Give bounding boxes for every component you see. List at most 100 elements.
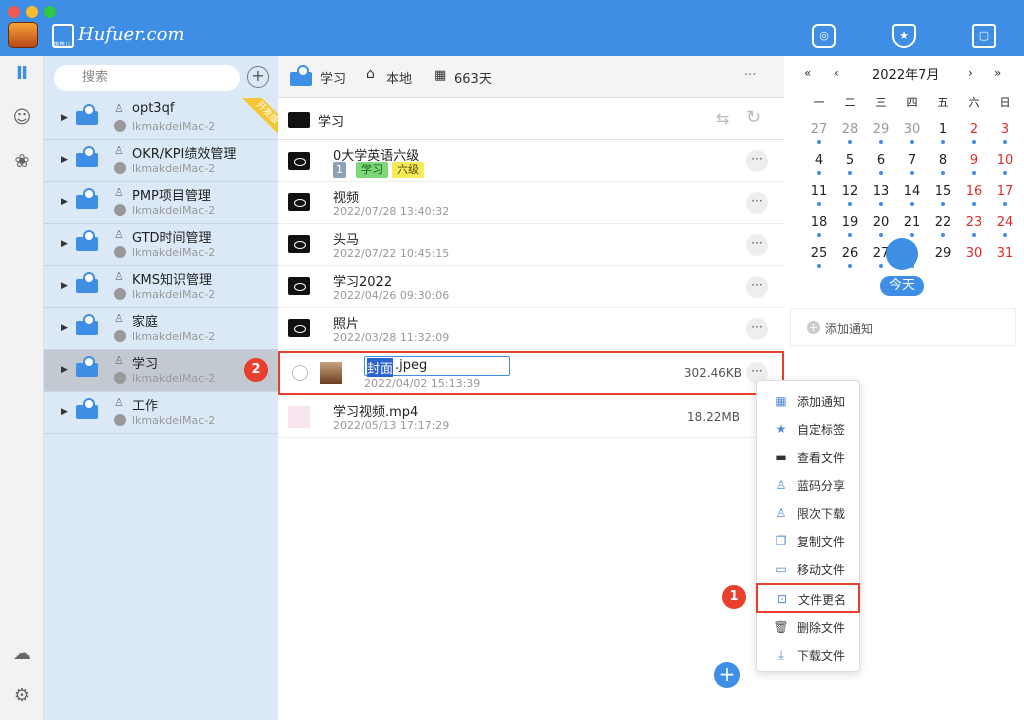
- row-more-button[interactable]: ···: [746, 276, 768, 298]
- space-item-pmp[interactable]: ▶ ♙ PMP项目管理 lkmakdeiMac-2: [44, 182, 278, 224]
- close-window-button[interactable]: [8, 6, 20, 18]
- file-row[interactable]: 视频 2022/07/28 13:40:32 ···: [278, 182, 784, 224]
- current-space[interactable]: 学习: [320, 68, 346, 87]
- next-year-button[interactable]: »: [994, 66, 1001, 80]
- calendar-day[interactable]: 20: [866, 213, 896, 239]
- calendar-day[interactable]: 2: [959, 120, 989, 146]
- space-item-study[interactable]: ▶ ♙ 学习 lkmakdeiMac-2 2: [44, 350, 278, 392]
- maximize-window-button[interactable]: [44, 6, 56, 18]
- search-input[interactable]: 搜索: [54, 65, 240, 91]
- next-month-button[interactable]: ›: [968, 66, 973, 80]
- calendar-day[interactable]: 31: [990, 244, 1020, 270]
- space-item-gtd[interactable]: ▶ ♙ GTD时间管理 lkmakdeiMac-2: [44, 224, 278, 266]
- calendar-day[interactable]: 21: [897, 213, 927, 239]
- expand-arrow-icon[interactable]: ▶: [61, 407, 68, 417]
- space-item-family[interactable]: ▶ ♙ 家庭 lkmakdeiMac-2: [44, 308, 278, 350]
- calendar-day[interactable]: 8: [928, 151, 958, 177]
- row-more-button[interactable]: ···: [746, 150, 768, 172]
- menu-view-file[interactable]: ▬ 查看文件: [757, 443, 861, 471]
- menu-share-code[interactable]: ♙ 蓝码分享: [757, 471, 861, 499]
- calendar-day[interactable]: 15: [928, 182, 958, 208]
- calendar-day[interactable]: 10: [990, 151, 1020, 177]
- cloud-upload-icon[interactable]: ☁: [10, 642, 34, 666]
- spaces-icon[interactable]: Ⅱ: [10, 62, 34, 86]
- space-item-work[interactable]: ▶ ♙ 工作 lkmakdeiMac-2: [44, 392, 278, 434]
- menu-rename-file[interactable]: ⊡ 文件更名: [756, 583, 860, 613]
- file-row[interactable]: 0大学英语六级 1 学习 六级 ···: [278, 140, 784, 182]
- file-row[interactable]: 照片 2022/03/28 11:32:09 ···: [278, 308, 784, 350]
- calendar-day[interactable]: 4: [804, 151, 834, 177]
- menu-delete-file[interactable]: 🗑 删除文件: [757, 613, 861, 641]
- menu-add-notice[interactable]: ▦ 添加通知: [757, 387, 861, 415]
- select-radio[interactable]: [292, 365, 308, 381]
- calendar-day[interactable]: 5: [835, 151, 865, 177]
- calendar-day[interactable]: 29: [928, 244, 958, 270]
- space-item-kms[interactable]: ▶ ♙ KMS知识管理 lkmakdeiMac-2: [44, 266, 278, 308]
- prev-year-button[interactable]: «: [804, 66, 811, 80]
- calendar-day[interactable]: 30: [959, 244, 989, 270]
- prev-month-button[interactable]: ‹: [834, 66, 839, 80]
- apps-icon[interactable]: ❀: [10, 150, 34, 174]
- contacts-icon[interactable]: ☺: [10, 106, 34, 130]
- more-menu-button[interactable]: ···: [744, 68, 756, 83]
- expand-arrow-icon[interactable]: ▶: [61, 197, 68, 207]
- calendar-day[interactable]: 26: [835, 244, 865, 270]
- calendar-day[interactable]: 1: [928, 120, 958, 146]
- file-row[interactable]: 学习视频.mp4 2022/05/13 17:17:29 18.22MB: [278, 396, 784, 438]
- calendar-day[interactable]: 27: [804, 120, 834, 146]
- add-file-button[interactable]: +: [714, 662, 740, 688]
- tag-cet6[interactable]: 六级: [392, 162, 424, 178]
- rename-input[interactable]: 封面 .jpeg: [364, 356, 510, 377]
- menu-limited-download[interactable]: ♙ 限次下载: [757, 499, 861, 527]
- expand-arrow-icon[interactable]: ▶: [61, 365, 68, 375]
- calendar-day[interactable]: 13: [866, 182, 896, 208]
- calendar-day[interactable]: 9: [959, 151, 989, 177]
- calendar-day[interactable]: 29: [866, 120, 896, 146]
- search-device-icon[interactable]: ◎: [812, 24, 836, 48]
- minimize-window-button[interactable]: [26, 6, 38, 18]
- calendar-day[interactable]: 22: [928, 213, 958, 239]
- space-item-okr[interactable]: ▶ ♙ OKR/KPI绩效管理 lkmakdeiMac-2: [44, 140, 278, 182]
- settings-icon[interactable]: ⚙: [10, 684, 34, 708]
- expand-arrow-icon[interactable]: ▶: [61, 155, 68, 165]
- add-space-button[interactable]: +: [247, 66, 269, 88]
- calendar-day[interactable]: 24: [990, 213, 1020, 239]
- calendar-day[interactable]: 14: [897, 182, 927, 208]
- expand-arrow-icon[interactable]: ▶: [61, 323, 68, 333]
- calendar-day[interactable]: 19: [835, 213, 865, 239]
- row-more-button[interactable]: ···: [746, 318, 768, 340]
- menu-download-file[interactable]: ⤓ 下载文件: [757, 641, 861, 669]
- calendar-day[interactable]: 3: [990, 120, 1020, 146]
- calendar-day[interactable]: 18: [804, 213, 834, 239]
- menu-move-file[interactable]: ▭ 移动文件: [757, 555, 861, 583]
- calendar-day[interactable]: 30: [897, 120, 927, 146]
- row-more-button[interactable]: ···: [746, 192, 768, 214]
- file-row[interactable]: 学习2022 2022/04/26 09:30:06 ···: [278, 266, 784, 308]
- calendar-day[interactable]: 17: [990, 182, 1020, 208]
- expand-arrow-icon[interactable]: ▶: [61, 113, 68, 123]
- expand-arrow-icon[interactable]: ▶: [61, 239, 68, 249]
- calendar-day[interactable]: 16: [959, 182, 989, 208]
- calendar-day[interactable]: 23: [959, 213, 989, 239]
- shield-icon[interactable]: ★: [892, 24, 916, 48]
- tag-study[interactable]: 学习: [356, 162, 388, 178]
- calendar-day[interactable]: 28: [835, 120, 865, 146]
- add-notice-row[interactable]: + 添加通知: [790, 308, 1016, 346]
- calendar-day[interactable]: 11: [804, 182, 834, 208]
- calendar-day[interactable]: 6: [866, 151, 896, 177]
- calendar-day[interactable]: 25: [804, 244, 834, 270]
- expand-arrow-icon[interactable]: ▶: [61, 281, 68, 291]
- file-row-selected[interactable]: 封面 .jpeg 2022/04/02 15:13:39 302.46KB ··…: [278, 351, 784, 395]
- calendar-icon[interactable]: ▢: [972, 24, 996, 48]
- menu-copy-file[interactable]: ❐ 复制文件: [757, 527, 861, 555]
- calendar-day[interactable]: 12: [835, 182, 865, 208]
- file-row[interactable]: 头马 2022/07/22 10:45:15 ···: [278, 224, 784, 266]
- row-more-button[interactable]: ···: [746, 234, 768, 256]
- sync-icon[interactable]: ⇆: [716, 109, 729, 128]
- app-icon[interactable]: [8, 22, 38, 48]
- calendar-day[interactable]: 7: [897, 151, 927, 177]
- today-button[interactable]: 今天: [880, 276, 924, 296]
- location-label[interactable]: 本地: [386, 68, 412, 87]
- menu-custom-tag[interactable]: ★ 自定标签: [757, 415, 861, 443]
- refresh-icon[interactable]: ↻: [746, 107, 761, 128]
